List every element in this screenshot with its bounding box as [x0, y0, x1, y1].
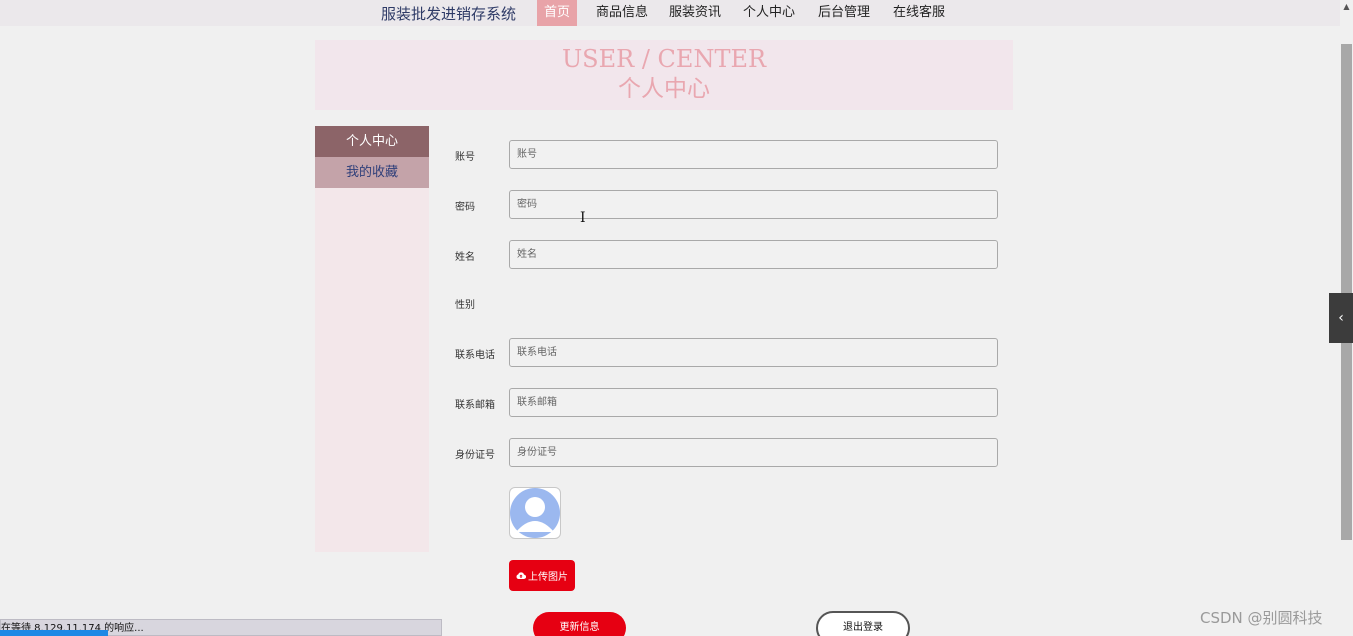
phone-label: 联系电话	[455, 350, 495, 361]
upload-image-button[interactable]: 上传图片	[509, 560, 575, 591]
loading-progress	[0, 630, 108, 636]
phone-input[interactable]	[509, 338, 998, 367]
sidebar: 个人中心 我的收藏	[315, 126, 429, 552]
sidebar-item-user-center[interactable]: 个人中心	[315, 126, 429, 157]
gender-label: 性别	[455, 300, 475, 311]
avatar-placeholder-icon	[510, 488, 560, 538]
nav-online-service[interactable]: 在线客服	[893, 0, 945, 26]
nav-products[interactable]: 商品信息	[596, 0, 648, 26]
nav-admin[interactable]: 后台管理	[818, 0, 870, 26]
password-label: 密码	[455, 202, 475, 213]
name-label: 姓名	[455, 252, 475, 263]
text-cursor-icon: I	[580, 210, 586, 226]
scroll-up-icon[interactable]: ▲	[1341, 2, 1352, 14]
logout-button[interactable]: 退出登录	[816, 611, 910, 636]
site-title[interactable]: 服装批发进销存系统	[381, 3, 516, 24]
page-banner: USER / CENTER 个人中心	[315, 40, 1013, 110]
top-nav: 服装批发进销存系统 首页 商品信息 服装资讯 个人中心 后台管理 在线客服	[0, 0, 1340, 26]
upload-image-label: 上传图片	[528, 572, 568, 583]
name-input[interactable]	[509, 240, 998, 269]
idcard-input[interactable]	[509, 438, 998, 467]
nav-news[interactable]: 服装资讯	[669, 0, 721, 26]
nav-home[interactable]: 首页	[537, 0, 578, 26]
update-info-button[interactable]: 更新信息	[533, 612, 626, 636]
cloud-upload-icon	[516, 572, 526, 580]
banner-title-cn: 个人中心	[618, 76, 710, 102]
scrollbar-thumb[interactable]	[1341, 44, 1352, 540]
account-label: 账号	[455, 152, 475, 163]
sidebar-item-favorites[interactable]: 我的收藏	[315, 157, 429, 188]
account-input[interactable]	[509, 140, 998, 169]
email-label: 联系邮箱	[455, 400, 495, 411]
avatar[interactable]	[509, 487, 561, 539]
banner-title-en: USER / CENTER	[561, 45, 767, 73]
chevron-left-icon[interactable]: ‹	[1329, 293, 1353, 343]
email-input[interactable]	[509, 388, 998, 417]
idcard-label: 身份证号	[455, 450, 495, 461]
watermark: CSDN @别圆科技	[1200, 609, 1323, 627]
nav-user-center[interactable]: 个人中心	[743, 0, 795, 26]
